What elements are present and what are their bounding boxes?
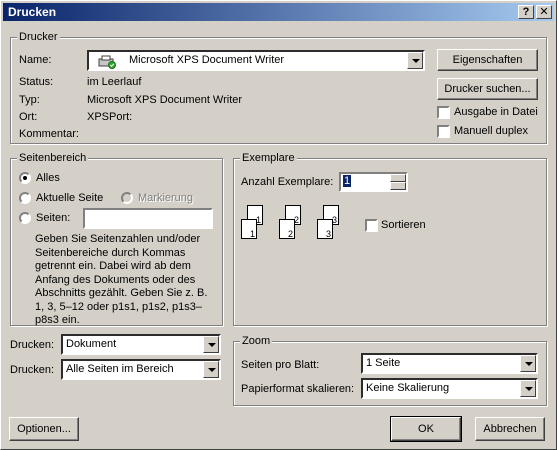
copies-count-value: 1 — [343, 175, 352, 187]
page-icon: 2 — [279, 219, 295, 239]
pages-input[interactable] — [83, 208, 213, 229]
manual-duplex-checkbox[interactable] — [437, 125, 450, 138]
all-pages-label[interactable]: Alles — [36, 172, 60, 184]
pages-label[interactable]: Seiten: — [36, 212, 70, 224]
properties-button[interactable]: Eigenschaften — [437, 49, 538, 71]
selection-radio — [121, 192, 133, 204]
print-to-file-label[interactable]: Ausgabe in Datei — [454, 106, 538, 118]
options-button[interactable]: Optionen... — [9, 417, 79, 441]
comment-label: Kommentar: — [19, 128, 79, 140]
status-value: im Leerlauf — [87, 76, 142, 88]
pages-per-sheet-value: 1 Seite — [366, 357, 401, 369]
page-icon: 1 — [241, 219, 257, 239]
collate-label[interactable]: Sortieren — [381, 219, 426, 231]
print-dialog: Drucken ? ✕ Drucker Name: Microsoft XPS … — [0, 0, 557, 450]
ok-button[interactable]: OK — [390, 416, 462, 442]
scale-value: Keine Skalierung — [366, 382, 450, 394]
type-label: Typ: — [19, 94, 40, 106]
current-page-label[interactable]: Aktuelle Seite — [36, 192, 103, 204]
printer-icon — [97, 55, 116, 69]
print-range-select[interactable]: Alle Seiten im Bereich — [61, 359, 221, 380]
selection-label: Markierung — [138, 192, 194, 204]
print-what-select[interactable]: Dokument — [61, 334, 221, 355]
scale-label: Papierformat skalieren: — [241, 383, 355, 395]
print-what-value: Dokument — [66, 338, 117, 350]
chevron-down-icon[interactable] — [203, 361, 219, 378]
printer-group-label: Drucker — [17, 31, 60, 43]
spin-down-icon[interactable] — [390, 182, 406, 190]
scale-select[interactable]: Keine Skalierung — [361, 378, 538, 399]
chevron-down-icon[interactable] — [520, 355, 536, 372]
all-pages-radio[interactable] — [19, 172, 31, 184]
title-bar[interactable]: Drucken ? ✕ — [3, 3, 554, 21]
print-to-file-checkbox[interactable] — [437, 106, 450, 119]
chevron-down-icon[interactable] — [520, 380, 536, 397]
printer-name-label: Name: — [19, 54, 52, 66]
collate-checkbox[interactable] — [365, 219, 378, 232]
pages-per-sheet-label: Seiten pro Blatt: — [241, 359, 320, 371]
chevron-down-icon[interactable] — [407, 52, 423, 69]
collate-illustration: 1 1 2 2 3 3 — [241, 205, 356, 245]
copies-group-label: Exemplare — [240, 152, 297, 164]
page-range-help-text: Geben Sie Seitenzahlen und/oder Seitenbe… — [35, 233, 208, 326]
page-range-group-label: Seitenbereich — [17, 152, 89, 164]
location-value: XPSPort: — [87, 111, 133, 123]
manual-duplex-label[interactable]: Manuell duplex — [454, 125, 528, 137]
cancel-button[interactable]: Abbrechen — [475, 417, 545, 441]
find-printer-button[interactable]: Drucker suchen... — [437, 78, 538, 100]
printer-name-value: Microsoft XPS Document Writer — [129, 54, 285, 66]
window-title: Drucken — [8, 5, 57, 19]
help-button[interactable]: ? — [518, 5, 534, 19]
copies-count-label: Anzahl Exemplare: — [241, 176, 334, 188]
zoom-group-label: Zoom — [240, 335, 273, 347]
spin-up-icon[interactable] — [390, 174, 406, 182]
close-button[interactable]: ✕ — [536, 5, 552, 19]
chevron-down-icon[interactable] — [203, 336, 219, 353]
print-range-value: Alle Seiten im Bereich — [66, 363, 174, 375]
pages-per-sheet-select[interactable]: 1 Seite — [361, 353, 538, 374]
copies-count-spinner[interactable]: 1 — [339, 172, 408, 192]
status-label: Status: — [19, 76, 54, 88]
page-icon: 3 — [317, 219, 333, 239]
pages-radio[interactable] — [19, 212, 31, 224]
current-page-radio[interactable] — [19, 192, 31, 204]
location-label: Ort: — [19, 111, 38, 123]
type-value: Microsoft XPS Document Writer — [87, 94, 243, 106]
print-range-label: Drucken: — [10, 364, 55, 376]
printer-name-select[interactable]: Microsoft XPS Document Writer — [87, 50, 425, 71]
print-what-label: Drucken: — [10, 339, 55, 351]
